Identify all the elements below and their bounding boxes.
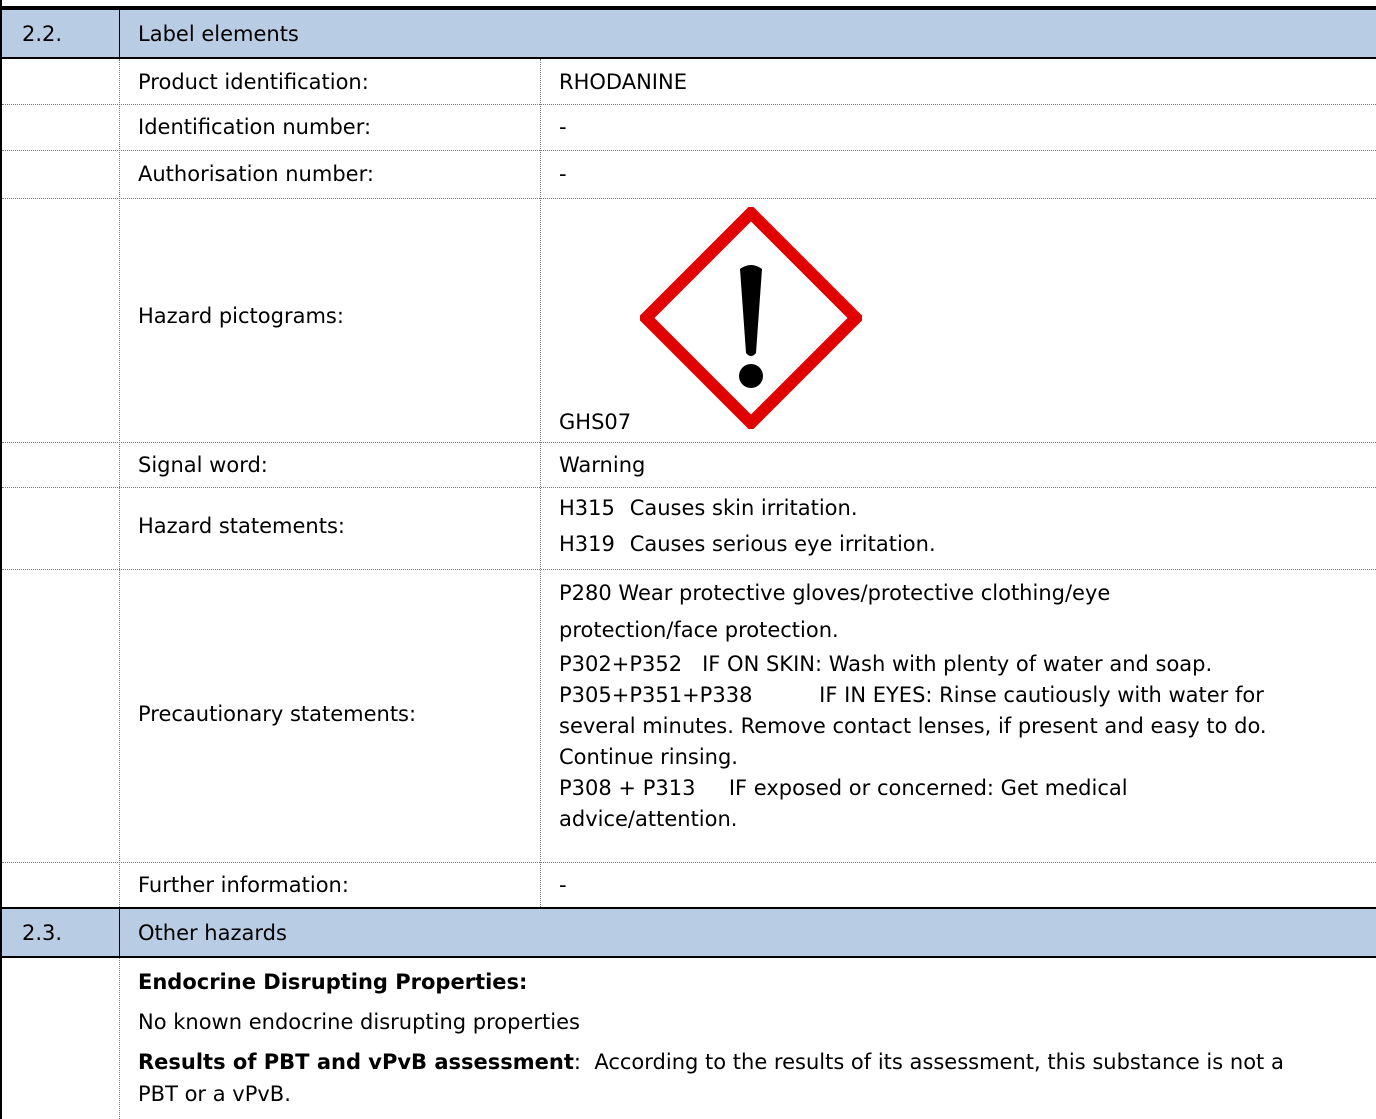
precautionary-line: P305+P351+P338 IF IN EYES: Rinse cautiou… [559,683,1264,707]
label-precautionary-statements: Precautionary statements: [138,702,417,726]
label-hazard-statements: Hazard statements: [138,514,345,538]
hazard-statement-text: Causes skin irritation. [629,496,858,520]
pictogram-code: GHS07 [559,410,632,434]
column-divider-2 [540,59,541,907]
row-divider [2,198,1376,199]
precautionary-statement-list: P280 Wear protective gloves/protective c… [559,575,1267,835]
label-identification-number: Identification number: [138,115,372,139]
value-product-identification: RHODANINE [559,70,687,94]
section-header-2-3: 2.3. Other hazards [2,907,1376,958]
row-divider [2,442,1376,443]
header-divider [119,907,120,958]
endocrine-heading: Endocrine Disrupting Properties: [138,970,528,994]
section-header-2-2: 2.2. Label elements [2,8,1376,59]
column-divider-1 [119,958,120,1119]
label-signal-word: Signal word: [138,453,268,477]
hazard-statement-code: H319 [559,532,615,556]
row-divider [2,150,1376,151]
precautionary-line: several minutes. Remove contact lenses, … [559,714,1267,738]
precautionary-line: P280 Wear protective gloves/protective c… [559,581,1111,605]
section-title: Other hazards [138,921,287,945]
pbt-text: : According to the results of its assess… [573,1050,1284,1074]
pbt-heading: Results of PBT and vPvB assessment [138,1050,574,1074]
value-authorisation-number: - [559,162,567,186]
precautionary-line: P308 + P313 IF exposed or concerned: Get… [559,776,1128,800]
row-divider [2,862,1376,863]
hazard-statement-code: H315 [559,496,615,520]
header-divider [119,8,120,59]
value-further-information: - [559,873,567,897]
row-divider [2,569,1376,570]
top-border [2,0,1376,8]
value-identification-number: - [559,115,567,139]
hazard-statement-text: Causes serious eye irritation. [629,532,936,556]
precautionary-line: P302+P352 IF ON SKIN: Wash with plenty o… [559,652,1213,676]
precautionary-line: protection/face protection. [559,618,839,642]
endocrine-text: No known endocrine disrupting properties [138,1010,580,1034]
label-authorisation-number: Authorisation number: [138,162,374,186]
section-number: 2.3. [22,921,63,945]
precautionary-line: advice/attention. [559,807,738,831]
pbt-assessment-line: Results of PBT and vPvB assessment: Acco… [138,1050,1284,1074]
precautionary-line: Continue rinsing. [559,745,738,769]
sds-section-2: 2.2. Label elements Product identificati… [0,0,1376,1119]
label-hazard-pictograms: Hazard pictograms: [138,304,344,328]
hazard-statement: H319 Causes serious eye irritation. [559,526,936,562]
label-further-information: Further information: [138,873,349,897]
label-product-identification: Product identification: [138,70,369,94]
column-divider-1 [119,59,120,907]
hazard-statement-list: H315 Causes skin irritation. H319 Causes… [559,490,936,562]
pbt-text-continued: PBT or a vPvB. [138,1082,291,1106]
row-divider [2,104,1376,105]
row-divider [2,487,1376,488]
section-number: 2.2. [22,22,63,46]
exclamation-mark-pictogram-icon [640,207,862,429]
hazard-statement: H315 Causes skin irritation. [559,490,936,526]
section-title: Label elements [138,22,299,46]
value-signal-word: Warning [559,453,646,477]
